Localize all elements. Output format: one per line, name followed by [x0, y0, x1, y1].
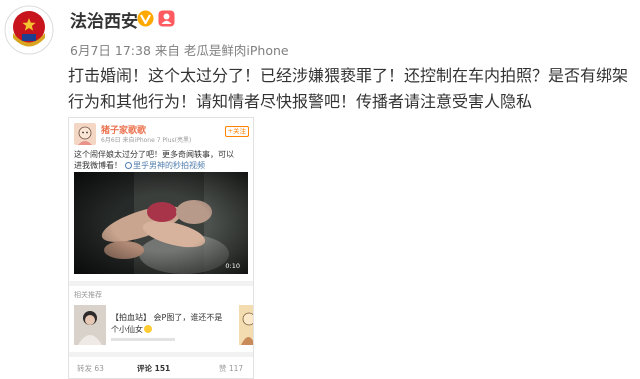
related-thumbnail-2 [239, 305, 253, 345]
laugh-emoji-icon [144, 325, 152, 333]
related-text-line: 【拍血站】 会P图了，谁还不是 [111, 313, 223, 322]
video-link-icon [125, 162, 132, 169]
embedded-meta: 6月6日 来自iPhone 7 Plus(亮黑) [101, 137, 192, 144]
embedded-text-segment: 进我微博看！ [74, 161, 122, 170]
section-divider [69, 281, 253, 286]
post-date[interactable]: 6月7日 17:38 [70, 43, 151, 58]
like-count: 赞 117 [219, 364, 244, 373]
embedded-video-link: 里乎男神的秒拍视频 [133, 161, 205, 170]
related-title: 相关推荐 [74, 291, 102, 299]
comment-count: 评论 151 [137, 364, 171, 373]
related-thumbnail [74, 305, 106, 345]
embedded-video-thumbnail: 0:10 [74, 172, 248, 274]
embedded-text-line: 这个闹伴娘太过分了吧！更多奇闻轶事，可以 [74, 150, 234, 159]
related-text-line: 个小仙女 [111, 324, 152, 335]
from-label: 来自 [154, 43, 180, 58]
video-frame-image [74, 172, 248, 274]
post-text-line: 行为和其他行为！请知情者尽快报警吧！传播者请注意受害人隐私 [68, 92, 533, 111]
embedded-avatar [74, 123, 96, 145]
embedded-action-bar: 转发 63 评论 151 赞 117 [69, 359, 253, 378]
author-name[interactable]: 法治西安 [70, 7, 138, 32]
weibo-member-icon[interactable] [158, 10, 175, 27]
post-image[interactable]: 猪子家歌歌 +关注 6月6日 来自iPhone 7 Plus(亮黑) 这个闹伴娘… [68, 117, 254, 379]
video-duration: 0:10 [225, 262, 240, 270]
repost-count: 转发 63 [77, 364, 104, 373]
author-avatar[interactable] [4, 5, 54, 55]
section-divider [69, 352, 253, 357]
related-subtitle [111, 338, 175, 341]
related-text-segment: 个小仙女 [111, 325, 143, 334]
post-meta: 6月7日 17:38 来自 老瓜是鲜肉iPhone [70, 40, 289, 59]
verified-v-icon [137, 10, 154, 27]
post-text-line: 打击婚闹！这个太过分了！已经涉嫌猥亵罪了！还控制在车内拍照？是否有绑架 [68, 66, 629, 85]
embedded-text-line: 进我微博看！ 里乎男神的秒拍视频 [74, 160, 205, 171]
embedded-follow-button: +关注 [224, 126, 249, 137]
post-source[interactable]: 老瓜是鲜肉iPhone [184, 43, 289, 58]
